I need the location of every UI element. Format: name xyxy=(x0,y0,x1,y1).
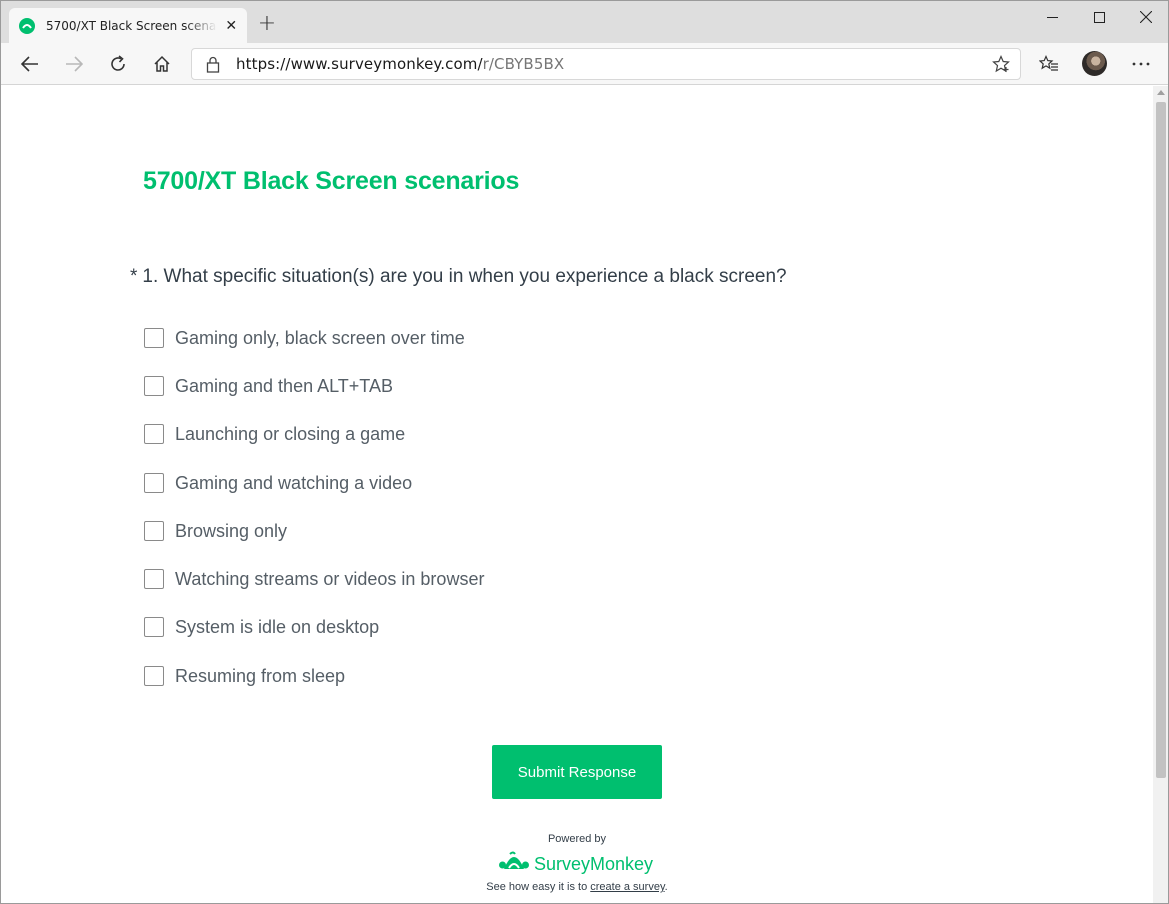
option-label[interactable]: Watching streams or videos in browser xyxy=(175,569,484,590)
question-title: * 1. What specific situation(s) are you i… xyxy=(130,266,787,288)
option-checkbox[interactable] xyxy=(144,521,164,541)
surveymonkey-brand-name: SurveyMonkey xyxy=(534,853,654,874)
forward-icon[interactable] xyxy=(60,51,88,77)
refresh-icon[interactable] xyxy=(104,51,132,77)
question-text: 1. What specific situation(s) are you in… xyxy=(142,266,787,287)
option-checkbox[interactable] xyxy=(144,328,164,348)
option-label[interactable]: System is idle on desktop xyxy=(175,617,379,638)
surveymonkey-logo[interactable]: SurveyMonkey xyxy=(498,851,653,877)
required-marker: * xyxy=(130,266,138,287)
favorites-icon[interactable] xyxy=(1035,51,1063,77)
option-gaming-only[interactable]: Gaming only, black screen over time xyxy=(144,327,465,349)
option-checkbox[interactable] xyxy=(144,617,164,637)
option-label[interactable]: Browsing only xyxy=(175,521,287,542)
option-launching-closing[interactable]: Launching or closing a game xyxy=(144,423,405,445)
home-icon[interactable] xyxy=(148,51,176,77)
option-label[interactable]: Gaming only, black screen over time xyxy=(175,328,465,349)
close-icon[interactable] xyxy=(1123,1,1168,33)
maximize-icon[interactable] xyxy=(1076,1,1122,33)
page-scrollbar[interactable] xyxy=(1153,86,1168,903)
option-label[interactable]: Gaming and then ALT+TAB xyxy=(175,376,393,397)
surveymonkey-favicon-icon xyxy=(19,17,35,34)
surveymonkey-logo-icon xyxy=(498,851,530,877)
option-label[interactable]: Gaming and watching a video xyxy=(175,473,412,494)
browser-toolbar: https://www.surveymonkey.com/r/CBYB5BX xyxy=(1,43,1168,85)
option-browsing-only[interactable]: Browsing only xyxy=(144,520,287,542)
create-survey-link[interactable]: create a survey xyxy=(590,881,664,893)
url-text: https://www.surveymonkey.com/r/CBYB5BX xyxy=(236,55,565,73)
option-streams-browser[interactable]: Watching streams or videos in browser xyxy=(144,568,484,590)
more-icon[interactable] xyxy=(1127,51,1155,77)
avatar[interactable] xyxy=(1082,51,1107,76)
option-checkbox[interactable] xyxy=(144,666,164,686)
option-label[interactable]: Launching or closing a game xyxy=(175,424,405,445)
submit-response-button[interactable]: Submit Response xyxy=(492,745,662,799)
option-gaming-alt-tab[interactable]: Gaming and then ALT+TAB xyxy=(144,375,393,397)
tab-title: 5700/XT Black Screen scenarios S xyxy=(46,18,217,33)
scroll-thumb[interactable] xyxy=(1156,102,1166,778)
powered-by-text: Powered by xyxy=(547,833,607,845)
minimize-icon[interactable] xyxy=(1029,1,1075,33)
tab-survey[interactable]: 5700/XT Black Screen scenarios S ✕ xyxy=(9,8,247,43)
survey-page: 5700/XT Black Screen scenarios * 1. What … xyxy=(2,86,1152,903)
option-label[interactable]: Resuming from sleep xyxy=(175,666,345,687)
lock-icon[interactable] xyxy=(206,56,220,77)
survey-title: 5700/XT Black Screen scenarios xyxy=(143,167,520,195)
option-checkbox[interactable] xyxy=(144,424,164,444)
scroll-up-icon[interactable] xyxy=(1157,90,1165,95)
option-gaming-video[interactable]: Gaming and watching a video xyxy=(144,472,412,494)
address-bar[interactable]: https://www.surveymonkey.com/r/CBYB5BX xyxy=(191,48,1021,80)
option-checkbox[interactable] xyxy=(144,473,164,493)
option-checkbox[interactable] xyxy=(144,569,164,589)
back-icon[interactable] xyxy=(16,51,44,77)
option-resuming-sleep[interactable]: Resuming from sleep xyxy=(144,665,345,687)
star-icon[interactable] xyxy=(992,55,1010,77)
option-idle-desktop[interactable]: System is idle on desktop xyxy=(144,616,379,638)
tab-close-icon[interactable]: ✕ xyxy=(223,18,239,34)
new-tab-icon[interactable]: + xyxy=(257,13,277,35)
browser-window: 5700/XT Black Screen scenarios S ✕ + xyxy=(0,0,1169,904)
footer-tagline: See how easy it is to create a survey. xyxy=(486,881,668,893)
tab-strip: 5700/XT Black Screen scenarios S ✕ + xyxy=(1,1,1168,43)
option-checkbox[interactable] xyxy=(144,376,164,396)
